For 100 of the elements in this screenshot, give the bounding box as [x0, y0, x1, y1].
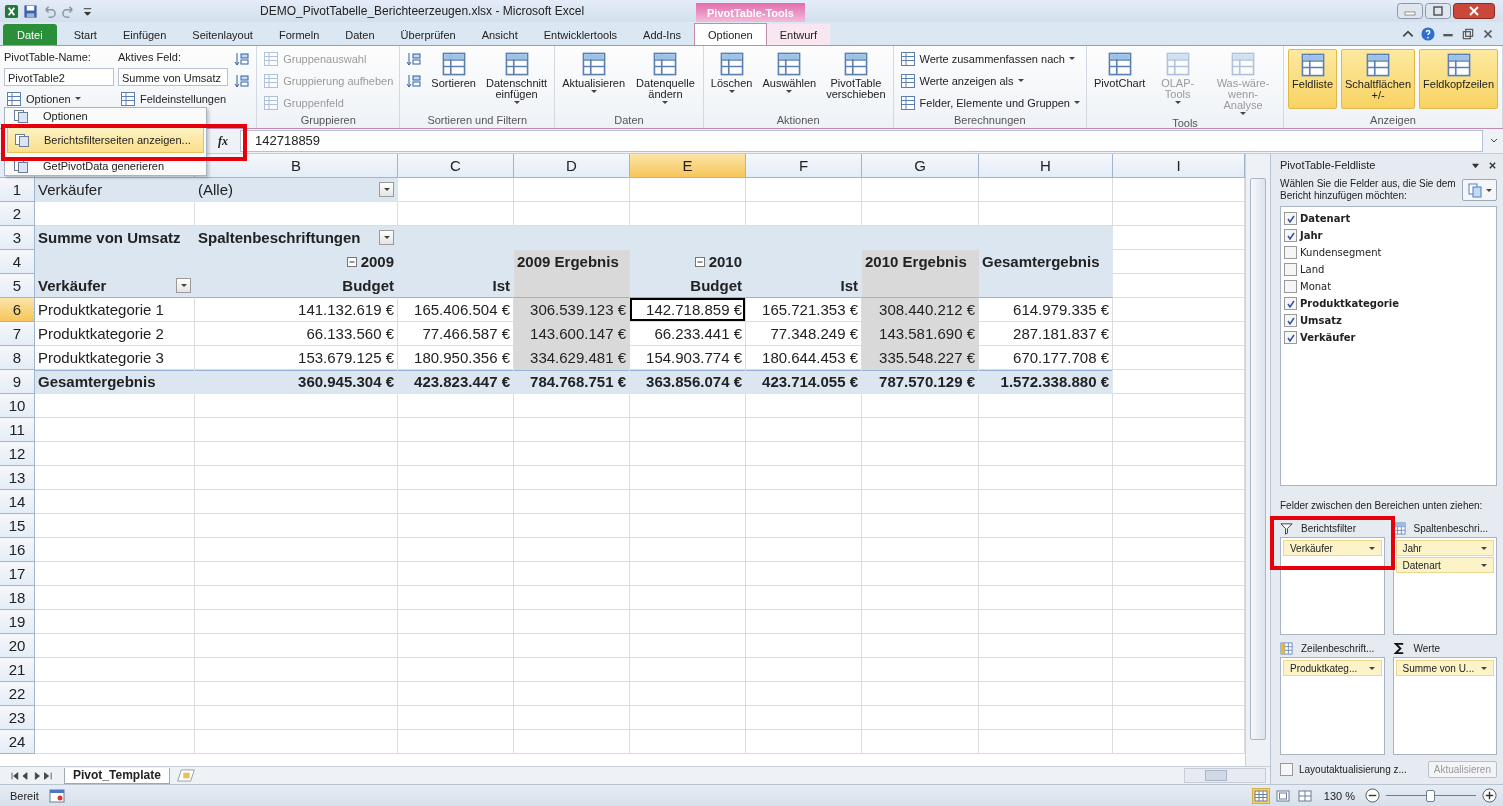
ribbon-button[interactable]: Datenquelle ändern: [632, 49, 699, 109]
field-label[interactable]: Datenart: [1300, 213, 1351, 224]
column-header[interactable]: F: [746, 154, 862, 178]
row-header[interactable]: 13: [0, 466, 35, 490]
ribbon-tab[interactable]: Seitenlayout: [179, 24, 266, 45]
row-header[interactable]: 7: [0, 322, 35, 346]
ribbon-button[interactable]: Felder, Elemente und Gruppen: [897, 93, 1082, 112]
restore-icon[interactable]: [1461, 27, 1475, 41]
drop-area[interactable]: Summe von U...: [1392, 657, 1497, 755]
help-icon[interactable]: [1421, 27, 1435, 41]
formula-input[interactable]: 142718859: [240, 130, 1483, 152]
checkbox[interactable]: [1284, 246, 1297, 259]
view-button[interactable]: [1251, 787, 1270, 804]
ribbon-button[interactable]: PivotTable verschieben: [823, 49, 889, 109]
column-header[interactable]: E: [630, 154, 746, 178]
ribbon-button[interactable]: Datenschnitt einfügen: [482, 49, 551, 109]
function-button[interactable]: fx: [212, 133, 234, 149]
field-label[interactable]: Jahr: [1300, 230, 1323, 241]
column-header[interactable]: I: [1113, 154, 1245, 178]
close-icon[interactable]: [1488, 160, 1497, 170]
row-header[interactable]: 16: [0, 538, 35, 562]
macro-record-icon[interactable]: [48, 788, 65, 803]
ribbon-button[interactable]: Werte anzeigen als: [897, 71, 1026, 90]
row-header[interactable]: 23: [0, 706, 35, 730]
drop-area[interactable]: Jahr Datenart: [1392, 537, 1497, 635]
row-header[interactable]: 5: [0, 274, 35, 298]
row-header[interactable]: 22: [0, 682, 35, 706]
ribbon-button[interactable]: Auswählen: [759, 49, 820, 109]
ribbon-tab[interactable]: Optionen: [694, 23, 767, 45]
column-header[interactable]: H: [979, 154, 1113, 178]
field-label[interactable]: Kundensegment: [1300, 247, 1382, 258]
ribbon-tab[interactable]: Add-Ins: [630, 24, 694, 45]
row-header[interactable]: 10: [0, 394, 35, 418]
drop-area[interactable]: Produktkateg...: [1280, 657, 1385, 755]
ribbon-tab[interactable]: Daten: [332, 24, 388, 45]
field-label[interactable]: Verkäufer: [1300, 332, 1356, 343]
row-header[interactable]: 14: [0, 490, 35, 514]
checkbox[interactable]: [1284, 212, 1297, 225]
field-label[interactable]: Produktkategorie: [1300, 298, 1399, 309]
slider-thumb[interactable]: [1426, 789, 1435, 802]
row-header[interactable]: 19: [0, 610, 35, 634]
ribbon-button[interactable]: Feldliste: [1288, 49, 1337, 109]
checkbox-label[interactable]: Layoutaktualisierung z...: [1299, 764, 1422, 775]
row-header[interactable]: 18: [0, 586, 35, 610]
row-header[interactable]: 21: [0, 658, 35, 682]
ribbon-tab[interactable]: Datei: [3, 24, 57, 45]
menu-item[interactable]: Berichtsfilterseiten anzeigen...: [7, 127, 204, 153]
row-header[interactable]: 20: [0, 634, 35, 658]
ribbon-button[interactable]: Aktualisieren: [559, 49, 629, 109]
row-header[interactable]: 12: [0, 442, 35, 466]
checkbox[interactable]: [1284, 314, 1297, 327]
checkbox[interactable]: [1284, 297, 1297, 310]
ribbon-button[interactable]: Löschen: [707, 49, 756, 109]
input-field[interactable]: Summe von Umsatz: [118, 68, 228, 86]
zoom-level[interactable]: 130 %: [1323, 789, 1355, 802]
filter-dropdown[interactable]: [379, 182, 394, 197]
horizontal-scrollbar[interactable]: [1184, 768, 1266, 783]
row-header[interactable]: 11: [0, 418, 35, 442]
layout-button[interactable]: [1462, 179, 1497, 201]
checkbox[interactable]: [1284, 331, 1297, 344]
filter-dropdown[interactable]: [379, 230, 394, 245]
field-label[interactable]: Land: [1300, 264, 1325, 275]
ribbon-tab[interactable]: Einfügen: [109, 24, 180, 45]
field-chip[interactable]: Datenart: [1395, 557, 1494, 573]
field-chip[interactable]: Verkäufer: [1283, 540, 1382, 556]
row-header[interactable]: 9: [0, 370, 35, 394]
field-chip[interactable]: Jahr: [1395, 540, 1494, 556]
menu-item[interactable]: Optionen: [7, 109, 204, 123]
row-header[interactable]: 24: [0, 730, 35, 754]
column-header[interactable]: G: [862, 154, 979, 178]
checkbox[interactable]: [1284, 263, 1297, 276]
row-header[interactable]: 17: [0, 562, 35, 586]
filter-dropdown[interactable]: [176, 278, 191, 293]
ribbon-tab[interactable]: Entwurf: [766, 24, 830, 45]
drop-area[interactable]: Verkäufer: [1280, 537, 1385, 635]
row-header[interactable]: 4: [0, 250, 35, 274]
vertical-scrollbar[interactable]: [1245, 154, 1270, 766]
close-icon[interactable]: [1481, 27, 1495, 41]
field-chip[interactable]: Produktkateg...: [1283, 660, 1382, 676]
row-header[interactable]: 6: [0, 298, 35, 322]
sheet-tab[interactable]: Pivot_Template: [64, 767, 170, 784]
row-header[interactable]: 1: [0, 178, 35, 202]
close-icon[interactable]: [1453, 3, 1495, 19]
ribbon-tab[interactable]: Überprüfen: [387, 24, 469, 45]
ribbon-button[interactable]: Sortieren: [428, 49, 479, 109]
maximize-icon[interactable]: [1425, 3, 1451, 19]
ribbon-button[interactable]: Feldkopfzeilen: [1419, 49, 1498, 109]
zoom-in-icon[interactable]: [1482, 788, 1497, 803]
ribbon-tab[interactable]: Start: [60, 24, 110, 45]
column-header[interactable]: D: [514, 154, 630, 178]
view-button[interactable]: [1295, 787, 1314, 804]
ribbon-button[interactable]: PivotChart: [1091, 49, 1149, 109]
ribbon-tab[interactable]: Entwicklertools: [530, 24, 631, 45]
view-button[interactable]: [1273, 787, 1292, 804]
checkbox[interactable]: [1284, 280, 1297, 293]
zoom-out-icon[interactable]: [1365, 788, 1380, 803]
row-header[interactable]: 2: [0, 202, 35, 226]
collapse-icon[interactable]: [346, 256, 357, 267]
input-field[interactable]: PivotTable2: [4, 68, 114, 86]
checkbox[interactable]: [1280, 763, 1293, 776]
